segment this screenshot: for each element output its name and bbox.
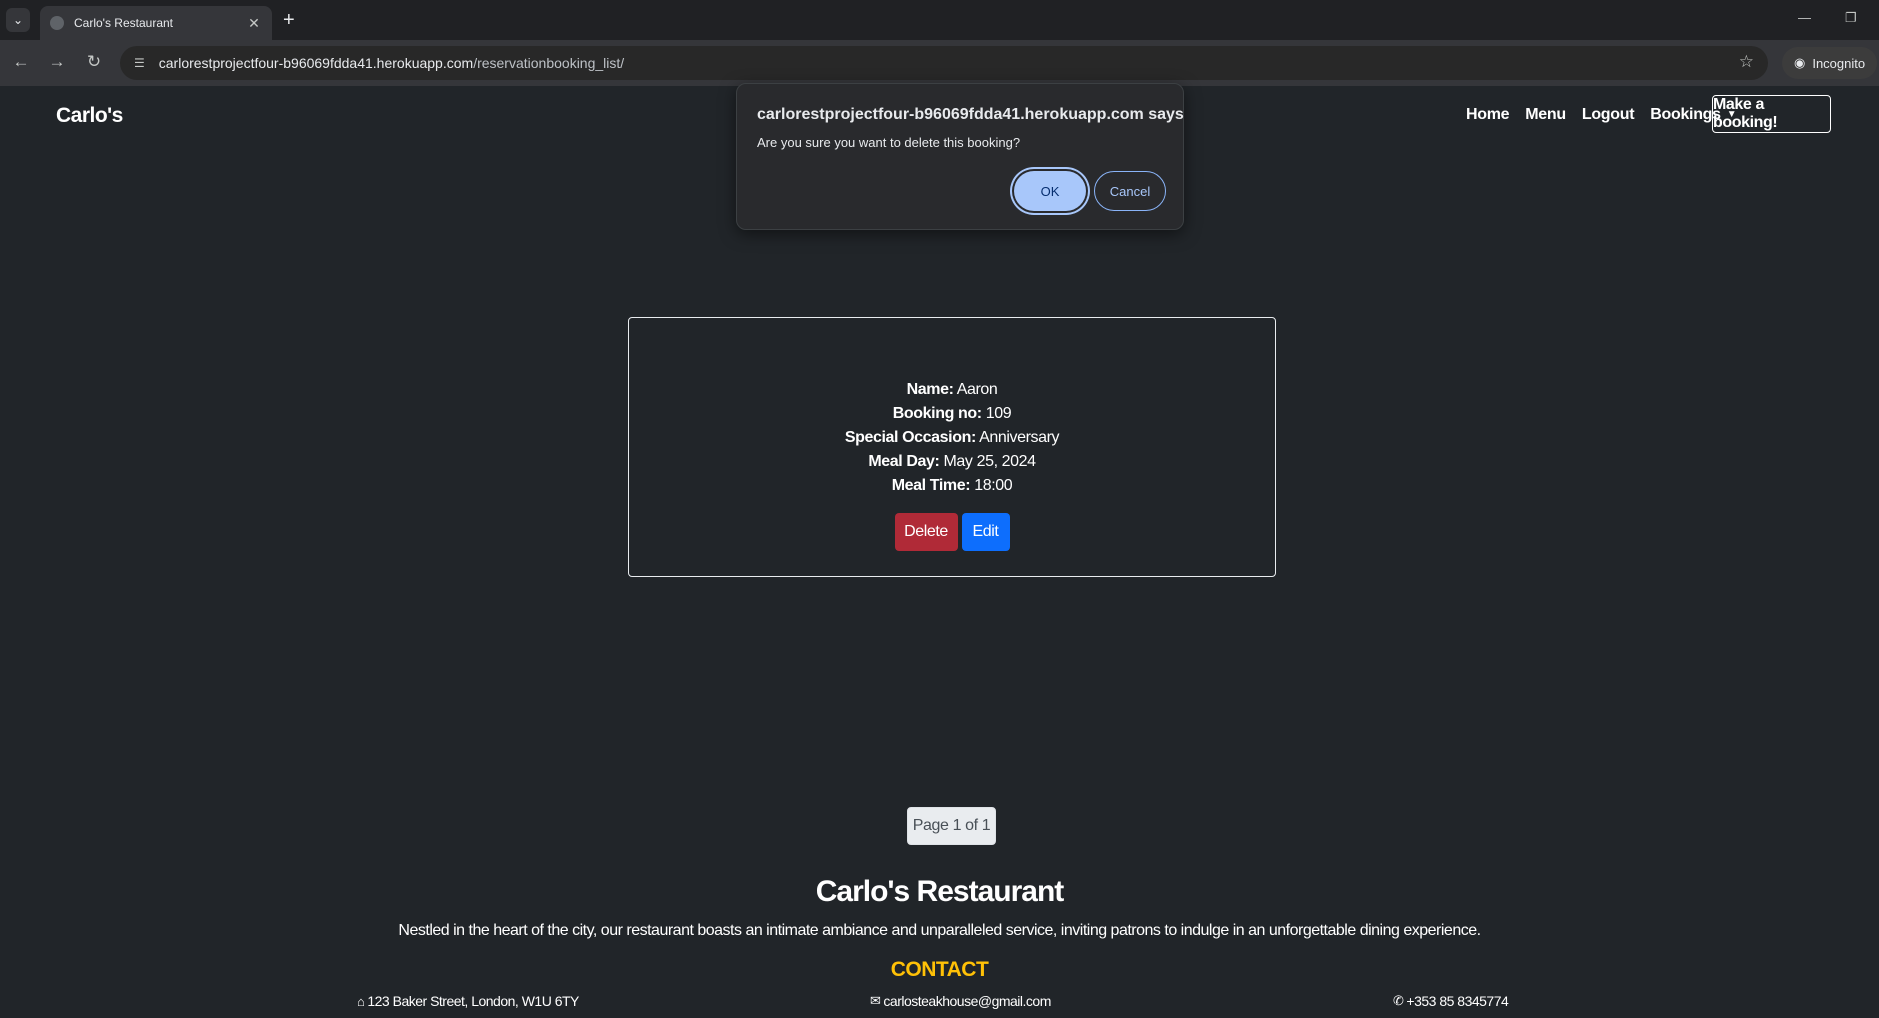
home-icon: ⌂ — [357, 993, 365, 1009]
nav-links: Home Menu Logout Bookings ▼ — [1466, 106, 1737, 124]
contact-email[interactable]: ✉ carlosteakhouse@gmail.com — [870, 993, 1051, 1009]
back-arrow-icon[interactable]: ← — [10, 52, 32, 72]
edit-booking-button[interactable]: Edit — [961, 513, 1010, 551]
booking-day-line: Meal Day: May 25, 2024 — [868, 453, 1037, 470]
booking-time: 18:00 — [974, 477, 1013, 494]
bookmark-star-icon[interactable]: ☆ — [1739, 52, 1754, 72]
restore-icon[interactable]: ❐ — [1845, 10, 1857, 26]
browser-tab-bar: ⌄ Carlo's Restaurant ✕ + — ❐ — [0, 0, 1879, 40]
favicon-icon — [50, 16, 64, 30]
nav-logout-link[interactable]: Logout — [1582, 106, 1635, 124]
booking-occasion: Anniversary — [979, 429, 1060, 446]
forward-arrow-icon[interactable]: → — [46, 52, 68, 72]
dialog-title: carlorestprojectfour-b96069fdda41.heroku… — [757, 106, 1184, 123]
footer-title: Carlo's Restaurant — [815, 875, 1065, 908]
booking-name: Aaron — [956, 381, 998, 398]
booking-time-line: Meal Time: 18:00 — [891, 477, 1013, 494]
booking-day: May 25, 2024 — [943, 453, 1037, 470]
dialog-cancel-button[interactable]: Cancel — [1094, 171, 1166, 211]
url-text: carlorestprojectfour-b96069fdda41.heroku… — [158, 55, 625, 71]
booking-number-line: Booking no: 109 — [892, 405, 1012, 422]
phone-icon: ✆ — [1393, 993, 1404, 1008]
envelope-icon: ✉ — [870, 993, 881, 1008]
booking-card: Name: Aaron Booking no: 109 Special Occa… — [628, 317, 1276, 577]
address-bar[interactable]: ☰ carlorestprojectfour-b96069fdda41.hero… — [120, 46, 1768, 80]
footer-description: Nestled in the heart of the city, our re… — [398, 922, 1481, 939]
close-tab-icon[interactable]: ✕ — [246, 15, 262, 32]
contact-heading: CONTACT — [890, 958, 989, 981]
dialog-message: Are you sure you want to delete this boo… — [757, 135, 1021, 150]
delete-booking-button[interactable]: Delete — [894, 513, 958, 551]
incognito-label: Incognito — [1812, 55, 1866, 71]
new-tab-plus-icon[interactable]: + — [283, 9, 295, 31]
nav-menu-link[interactable]: Menu — [1525, 106, 1566, 124]
pagination-indicator: Page 1 of 1 — [907, 807, 996, 845]
dialog-ok-button[interactable]: OK — [1014, 171, 1086, 211]
reload-icon[interactable]: ↻ — [83, 52, 105, 72]
make-booking-button[interactable]: Make a booking! — [1712, 95, 1831, 133]
site-settings-icon[interactable]: ☰ — [134, 56, 145, 70]
tab-title: Carlo's Restaurant — [74, 16, 173, 30]
incognito-indicator[interactable]: ◉ Incognito — [1782, 47, 1878, 79]
tab-search-chevron-icon[interactable]: ⌄ — [6, 8, 30, 32]
booking-number: 109 — [985, 405, 1012, 422]
browser-toolbar: ← → ↻ ☰ carlorestprojectfour-b96069fdda4… — [0, 40, 1879, 86]
confirm-dialog: carlorestprojectfour-b96069fdda41.heroku… — [736, 83, 1184, 230]
minimize-icon[interactable]: — — [1798, 10, 1811, 25]
incognito-icon: ◉ — [1794, 55, 1806, 70]
nav-home-link[interactable]: Home — [1466, 106, 1510, 124]
brand-logo[interactable]: Carlo's — [56, 104, 123, 128]
browser-tab[interactable]: Carlo's Restaurant ✕ — [40, 6, 272, 40]
contact-address: ⌂ 123 Baker Street, London, W1U 6TY — [357, 993, 579, 1009]
booking-occasion-line: Special Occasion: Anniversary — [844, 429, 1060, 446]
booking-name-line: Name: Aaron — [906, 381, 998, 398]
contact-phone[interactable]: ✆ +353 85 8345774 — [1393, 993, 1509, 1009]
